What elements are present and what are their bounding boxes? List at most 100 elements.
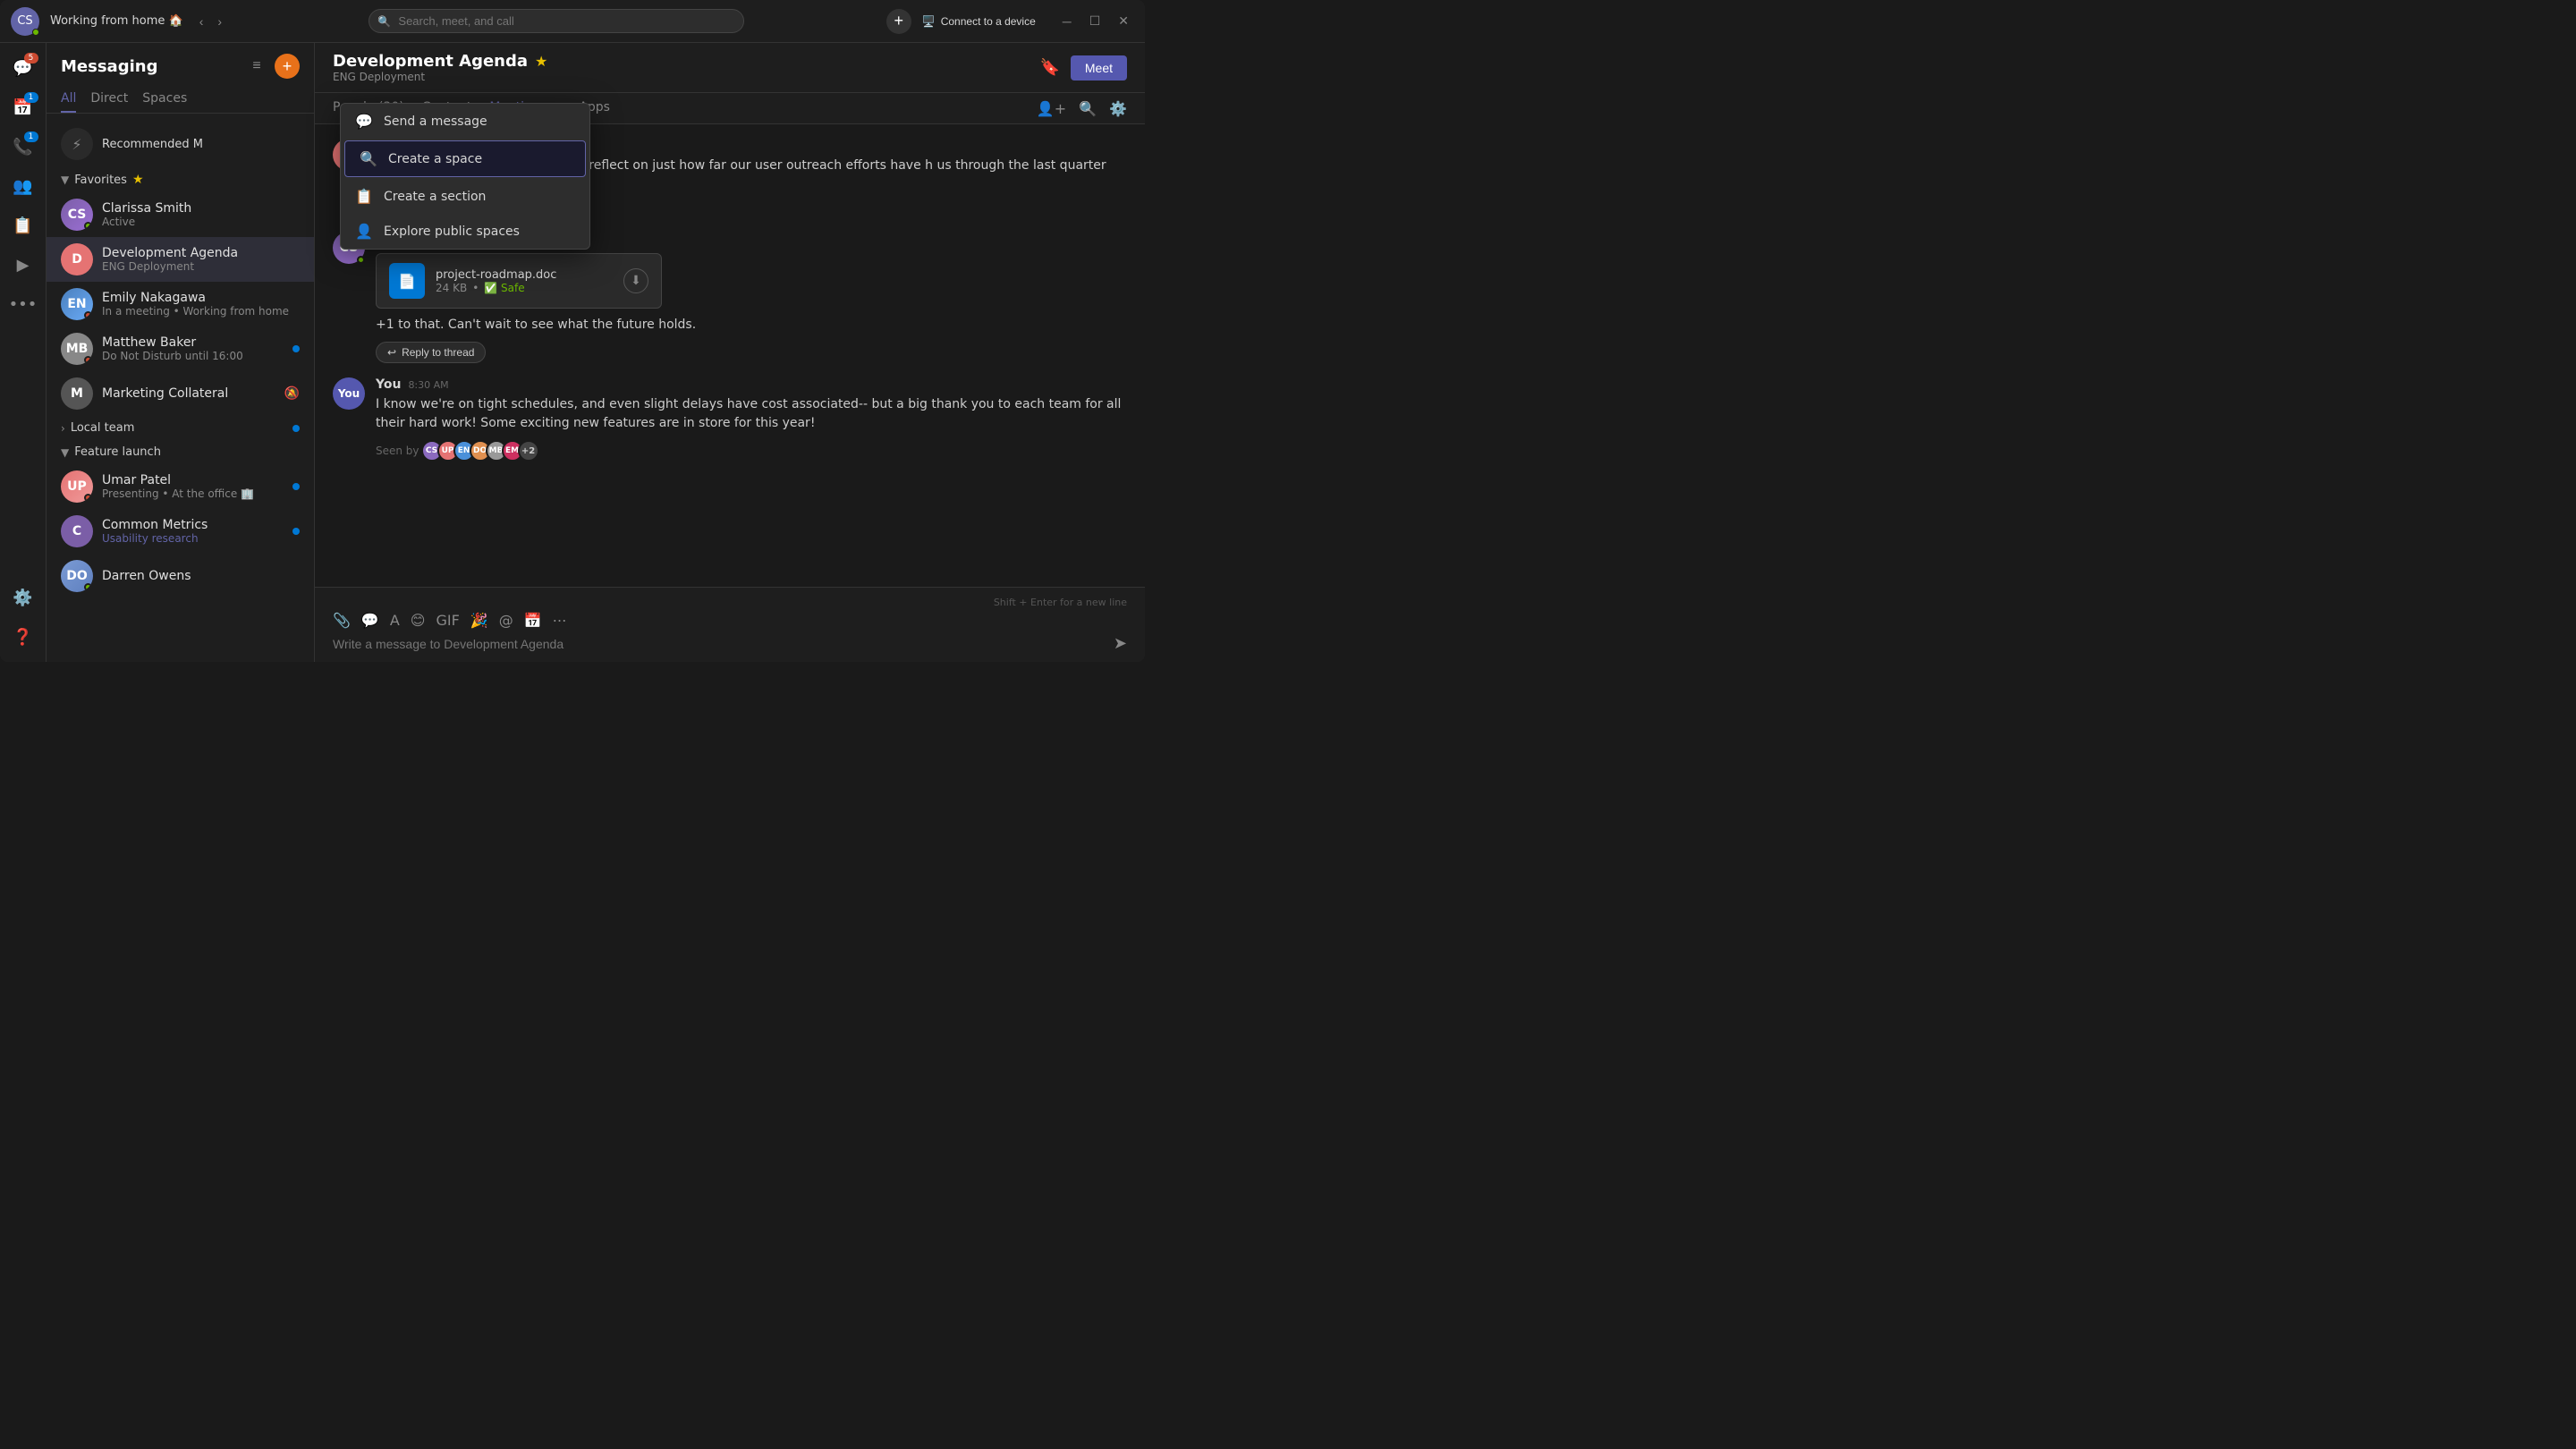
more-icon: ••• — [9, 295, 38, 314]
online-dot-clarissa-msg — [357, 256, 365, 264]
settings-channel-icon[interactable]: ⚙️ — [1109, 100, 1127, 117]
tab-direct[interactable]: Direct — [90, 86, 128, 113]
minimize-button[interactable]: ─ — [1057, 12, 1077, 30]
channel-header-info: Development Agenda ★ ENG Deployment — [333, 52, 547, 83]
help-button[interactable]: ❓ — [5, 619, 41, 655]
chat-item-dev-agenda[interactable]: D Development Agenda ENG Deployment — [47, 237, 314, 282]
chat-name-clarissa: Clarissa Smith — [102, 201, 300, 216]
message-time-you: 8:30 AM — [408, 379, 448, 391]
avatar-matthew: MB — [61, 333, 93, 365]
user-avatar: CS — [11, 7, 39, 36]
chat-item-darren[interactable]: DO Darren Owens — [47, 554, 314, 598]
send-button[interactable]: ➤ — [1114, 634, 1127, 653]
create-space-label: Create a space — [388, 152, 482, 166]
sidebar-item-people[interactable]: 👥 — [5, 168, 41, 204]
local-team-unread-dot — [292, 425, 300, 432]
input-tools: 📎 💬 A 😊 GIF 🎉 @ 📅 ⋯ — [333, 612, 1127, 629]
search-input[interactable] — [369, 9, 744, 33]
attach-icon[interactable]: 📎 — [333, 612, 351, 629]
chat-info-umar: Umar Patel Presenting • At the office 🏢 — [102, 473, 284, 500]
sidebar-item-calendar[interactable]: 📅 1 — [5, 89, 41, 125]
chat-item-common-metrics[interactable]: C Common Metrics Usability research — [47, 509, 314, 554]
feature-launch-label: Feature launch — [74, 445, 161, 459]
compose-button[interactable]: + — [275, 54, 300, 79]
file-download-button[interactable]: ⬇ — [623, 268, 648, 293]
message-body-you: You 8:30 AM I know we're on tight schedu… — [376, 377, 1127, 462]
add-button[interactable]: + — [886, 9, 911, 34]
search-channel-icon[interactable]: 🔍 — [1079, 100, 1097, 117]
chat-item-marketing[interactable]: M Marketing Collateral 🔕 — [47, 371, 314, 416]
recommended-text: Recommended M — [102, 138, 203, 151]
input-bar: Shift + Enter for a new line 📎 💬 A 😊 GIF… — [315, 587, 1145, 662]
feature-launch-section-header[interactable]: ▼ Feature launch — [47, 440, 314, 464]
people-icon: 👥 — [13, 177, 32, 196]
close-button[interactable]: ✕ — [1113, 12, 1134, 30]
chat-name-common-metrics: Common Metrics — [102, 518, 284, 532]
chat-info-marketing: Marketing Collateral — [102, 386, 275, 401]
channel-tab-actions: 👤+ 🔍 ⚙️ — [1037, 93, 1127, 123]
chat-item-emily[interactable]: EN Emily Nakagawa In a meeting • Working… — [47, 282, 314, 326]
meet-button[interactable]: Meet — [1071, 55, 1127, 80]
settings-button[interactable]: ⚙️ — [5, 580, 41, 615]
meeting-icon[interactable]: 📅 — [524, 612, 542, 629]
dropdown-create-space[interactable]: 🔍 Create a space — [344, 140, 586, 177]
chat-info-common-metrics: Common Metrics Usability research — [102, 518, 284, 545]
message-group-clarissa: CS Clarissa Smith 8:28 AM 📄 project-road… — [333, 232, 1127, 363]
reply-to-thread-button[interactable]: ↩ Reply to thread — [376, 342, 486, 363]
chat-info-emily: Emily Nakagawa In a meeting • Working fr… — [102, 291, 300, 318]
mention-icon[interactable]: @ — [499, 612, 513, 629]
gif-icon[interactable]: GIF — [436, 612, 459, 629]
sidebar-item-messaging[interactable]: 💬 5 — [5, 50, 41, 86]
tab-spaces[interactable]: Spaces — [142, 86, 187, 113]
forward-button[interactable]: › — [212, 11, 227, 32]
message-input[interactable] — [333, 637, 1106, 651]
sidebar: Messaging ≡ + All Direct Spaces ⚡ Recomm… — [47, 43, 315, 662]
sidebar-item-tasks[interactable]: 📋 — [5, 208, 41, 243]
help-icon: ❓ — [13, 628, 32, 647]
message-meta-you: You 8:30 AM — [376, 377, 1127, 392]
favorites-label: Favorites — [74, 174, 127, 187]
chat-item-clarissa[interactable]: CS Clarissa Smith Active — [47, 192, 314, 237]
status-dot-clarissa — [84, 222, 92, 230]
emoji-icon[interactable]: 😊 — [411, 612, 426, 629]
chat-item-umar[interactable]: UP Umar Patel Presenting • At the office… — [47, 464, 314, 509]
font-icon[interactable]: A — [390, 612, 400, 629]
back-button[interactable]: ‹ — [194, 11, 209, 32]
chat-preview-common-metrics: Usability research — [102, 532, 284, 545]
local-team-section-header[interactable]: › Local team — [47, 416, 314, 440]
dropdown-menu: 💬 Send a message 🔍 Create a space 📋 Crea… — [340, 103, 590, 250]
sticker-icon[interactable]: 🎉 — [470, 612, 488, 629]
avatar-dev-agenda: D — [61, 243, 93, 275]
search-bar-container: 🔍 — [369, 9, 744, 33]
file-info: project-roadmap.doc 24 KB • ✅ Safe — [436, 268, 613, 294]
dropdown-create-section[interactable]: 📋 Create a section — [341, 179, 589, 214]
status-dot-umar — [84, 494, 92, 502]
file-attachment: 📄 project-roadmap.doc 24 KB • ✅ Safe ⬇ — [376, 253, 662, 309]
favorites-section-header[interactable]: ▼ Favorites ★ — [47, 167, 314, 192]
activity-icon: ▶ — [17, 256, 30, 275]
message-text-clarissa: +1 to that. Can't wait to see what the f… — [376, 316, 1127, 335]
format-text-icon[interactable]: 💬 — [361, 612, 379, 629]
filter-button[interactable]: ≡ — [244, 54, 269, 79]
file-name: project-roadmap.doc — [436, 268, 613, 282]
dropdown-send-message[interactable]: 💬 Send a message — [341, 104, 589, 139]
status-dot-emily — [84, 311, 92, 319]
reply-icon: ↩ — [387, 346, 396, 359]
avatar-common-metrics: C — [61, 515, 93, 547]
maximize-button[interactable]: ☐ — [1084, 12, 1106, 30]
channel-name: Development Agenda — [333, 52, 528, 71]
more-tools-icon[interactable]: ⋯ — [553, 612, 567, 629]
sidebar-item-activity[interactable]: ▶ — [5, 247, 41, 283]
chat-preview-dev-agenda: ENG Deployment — [102, 260, 300, 273]
dropdown-explore-spaces[interactable]: 👤 Explore public spaces — [341, 214, 589, 249]
tab-all[interactable]: All — [61, 86, 76, 113]
sidebar-item-calls[interactable]: 📞 1 — [5, 129, 41, 165]
chat-item-matthew[interactable]: MB Matthew Baker Do Not Disturb until 16… — [47, 326, 314, 371]
add-people-icon[interactable]: 👤+ — [1037, 100, 1066, 117]
sidebar-item-more[interactable]: ••• — [5, 286, 41, 322]
connect-device-button[interactable]: 🖥️ Connect to a device — [922, 15, 1036, 28]
save-icon[interactable]: 🔖 — [1039, 58, 1059, 77]
recommended-item[interactable]: ⚡ Recommended M — [47, 121, 314, 167]
chat-preview-matthew: Do Not Disturb until 16:00 — [102, 350, 284, 362]
seen-more-count: +2 — [518, 440, 539, 462]
